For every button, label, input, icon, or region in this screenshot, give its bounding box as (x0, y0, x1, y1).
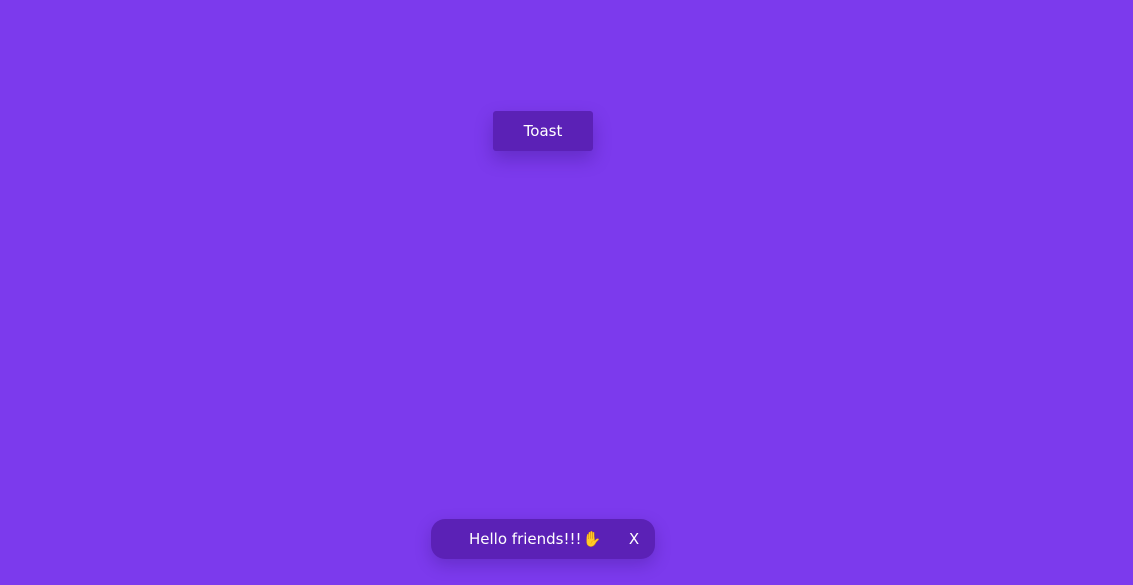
toast-trigger-button[interactable]: Toast (493, 111, 593, 151)
toast-notification: Hello friends!!!✋ X (431, 519, 655, 559)
toast-message: Hello friends!!!✋ (469, 519, 601, 559)
raised-hand-icon: ✋ (582, 530, 602, 548)
toast-message-text: Hello friends!!! (469, 530, 582, 548)
toast-close-button[interactable]: X (621, 519, 647, 559)
